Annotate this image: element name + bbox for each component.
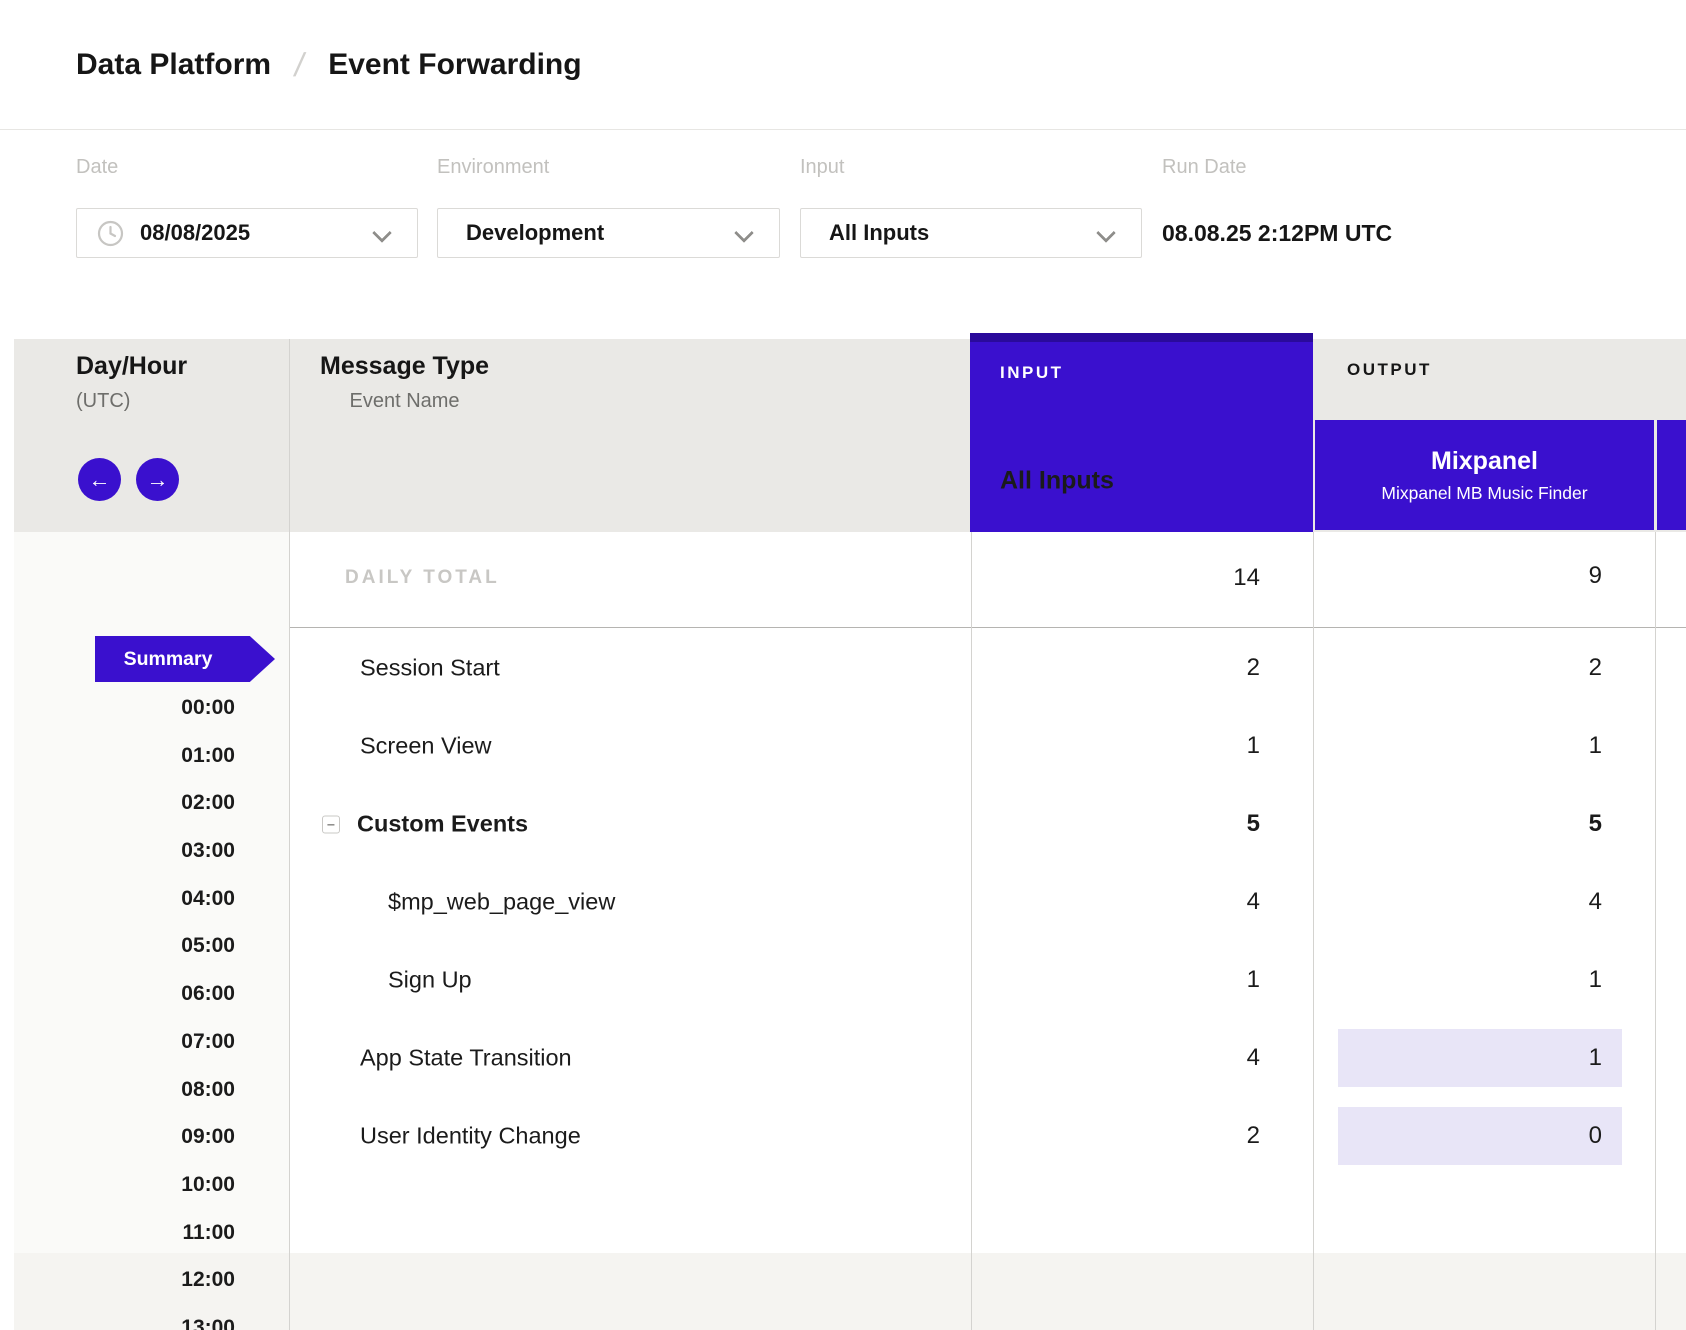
day-hour-title: Day/Hour [76, 352, 187, 381]
hour-label[interactable]: 01:00 [14, 732, 235, 780]
hour-label[interactable]: 12:00 [14, 1256, 235, 1304]
daily-total-output-value: 9 [1589, 562, 1602, 590]
output-count: 1 [1589, 1044, 1602, 1072]
input-column-header[interactable]: INPUT All Inputs [970, 333, 1313, 532]
hour-label[interactable]: 03:00 [14, 827, 235, 875]
input-section-label: INPUT [1000, 363, 1313, 383]
hour-label[interactable]: 08:00 [14, 1066, 235, 1114]
output-count: 1 [1589, 966, 1602, 994]
page-title: Event Forwarding [328, 48, 581, 82]
hour-label[interactable]: 02:00 [14, 779, 235, 827]
environment-value: Development [466, 220, 604, 246]
date-filter-label: Date [76, 156, 118, 179]
day-hour-header: Day/Hour (UTC) [76, 352, 187, 413]
breadcrumb-separator: / [292, 46, 308, 84]
column-divider [971, 532, 972, 1330]
message-type-subtitle: Event Name [320, 390, 489, 413]
event-forwarding-page: Data Platform / Event Forwarding Date En… [0, 0, 1686, 1330]
output-column-name: Mixpanel [1431, 447, 1538, 476]
date-value: 08/08/2025 [140, 220, 250, 246]
daily-total-divider [289, 627, 1686, 628]
chevron-down-icon [1096, 223, 1116, 243]
input-count: 4 [1247, 1044, 1260, 1072]
summary-row-selector[interactable]: Summary [95, 636, 275, 682]
highlighted-cell [1338, 1029, 1622, 1087]
event-name: User Identity Change [360, 1123, 581, 1150]
input-dropdown[interactable]: All Inputs [800, 208, 1142, 258]
top-bar: Data Platform / Event Forwarding [0, 0, 1686, 130]
output-count: 5 [1589, 810, 1602, 838]
input-filter-label: Input [800, 156, 844, 179]
hour-label[interactable]: 04:00 [14, 875, 235, 923]
event-name: $mp_web_page_view [388, 889, 615, 916]
collapse-toggle[interactable]: − [322, 815, 340, 833]
table-row: Screen View 1 1 [14, 707, 1686, 785]
column-divider [1655, 532, 1656, 1330]
arrow-right-icon: → [147, 467, 169, 493]
day-nav-buttons: ← → [78, 458, 179, 501]
input-count: 1 [1247, 966, 1260, 994]
hour-label[interactable]: 00:00 [14, 684, 235, 732]
hour-label[interactable]: 07:00 [14, 1018, 235, 1066]
clock-icon [97, 220, 124, 247]
breadcrumb: Data Platform / Event Forwarding [76, 0, 582, 130]
event-name: Custom Events [357, 811, 528, 838]
hour-label[interactable]: 06:00 [14, 970, 235, 1018]
column-divider [289, 339, 290, 1330]
input-count: 2 [1247, 654, 1260, 682]
breadcrumb-section[interactable]: Data Platform [76, 48, 271, 82]
hour-label[interactable]: 09:00 [14, 1113, 235, 1161]
event-group-name: − Custom Events [322, 811, 528, 838]
output-section-label: OUTPUT [1347, 360, 1432, 380]
run-date-label: Run Date [1162, 156, 1247, 179]
event-name: Screen View [360, 733, 492, 760]
daily-total-input-value: 14 [1233, 564, 1260, 592]
output-count: 2 [1589, 654, 1602, 682]
environment-filter-label: Environment [437, 156, 549, 179]
minus-square-icon: − [327, 817, 335, 831]
hour-label[interactable]: 13:00 [14, 1304, 235, 1330]
output-count: 4 [1589, 888, 1602, 916]
daily-total-label: DAILY TOTAL [345, 567, 500, 589]
input-value: All Inputs [829, 220, 929, 246]
output-count: 1 [1589, 732, 1602, 760]
previous-day-button[interactable]: ← [78, 458, 121, 501]
column-divider [1313, 532, 1314, 1330]
table-footer-band [14, 1253, 1686, 1330]
table-row: Sign Up 1 1 [14, 941, 1686, 1019]
table-row: User Identity Change 2 0 [14, 1097, 1686, 1175]
hour-label[interactable]: 05:00 [14, 922, 235, 970]
environment-dropdown[interactable]: Development [437, 208, 780, 258]
highlighted-cell [1338, 1107, 1622, 1165]
output-count: 0 [1589, 1122, 1602, 1150]
day-hour-subtitle: (UTC) [76, 390, 187, 413]
input-count: 2 [1247, 1122, 1260, 1150]
message-type-title: Message Type [320, 352, 489, 381]
input-column-name: All Inputs [1000, 467, 1114, 496]
table-row: App State Transition 4 1 [14, 1019, 1686, 1097]
message-type-header: Message Type Event Name [320, 352, 489, 413]
event-rows: Session Start 2 2 Screen View 1 1 − Cust… [14, 629, 1686, 1175]
hour-label[interactable]: 10:00 [14, 1161, 235, 1209]
chevron-down-icon [734, 223, 754, 243]
table-row: − Custom Events 5 5 [14, 785, 1686, 863]
hour-axis: 00:00 01:00 02:00 03:00 04:00 05:00 06:0… [14, 684, 235, 1330]
event-name: Sign Up [388, 967, 472, 994]
event-name: App State Transition [360, 1045, 572, 1072]
input-count: 1 [1247, 732, 1260, 760]
hour-label[interactable]: 11:00 [14, 1209, 235, 1257]
date-dropdown[interactable]: 08/08/2025 [76, 208, 418, 258]
table-row: $mp_web_page_view 4 4 [14, 863, 1686, 941]
run-date-value: 08.08.25 2:12PM UTC [1162, 208, 1392, 258]
arrow-left-icon: ← [89, 467, 111, 493]
input-count: 5 [1247, 810, 1260, 838]
output-column-header[interactable]: Mixpanel Mixpanel MB Music Finder [1315, 420, 1654, 530]
input-count: 4 [1247, 888, 1260, 916]
output-column-subtitle: Mixpanel MB Music Finder [1381, 483, 1587, 504]
next-day-button[interactable]: → [136, 458, 179, 501]
event-name: Session Start [360, 655, 500, 682]
next-output-column-partial[interactable] [1657, 420, 1686, 530]
chevron-down-icon [372, 223, 392, 243]
